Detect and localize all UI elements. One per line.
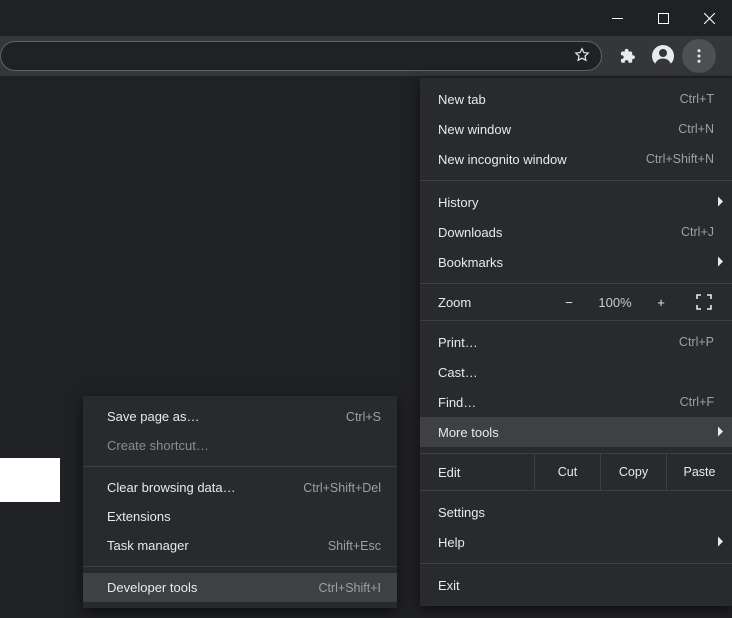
menu-item-shortcut: Ctrl+S (346, 410, 381, 424)
menu-item-label: New tab (438, 92, 680, 107)
menu-exit[interactable]: Exit (420, 570, 732, 600)
menu-help[interactable]: Help (420, 527, 732, 557)
toolbar (0, 36, 732, 76)
window-maximize-button[interactable] (640, 3, 686, 33)
menu-item-label: Extensions (107, 509, 381, 524)
edit-paste-button[interactable]: Paste (666, 454, 732, 490)
zoom-out-button[interactable]: − (546, 288, 592, 316)
submenu-arrow-icon (716, 535, 724, 550)
menu-new-tab[interactable]: New tab Ctrl+T (420, 84, 732, 114)
menu-item-label: Developer tools (107, 580, 318, 595)
chrome-menu-button[interactable] (682, 39, 716, 73)
submenu-save-page[interactable]: Save page as… Ctrl+S (83, 402, 397, 431)
menu-item-label: Create shortcut… (107, 438, 381, 453)
submenu-arrow-icon (716, 195, 724, 210)
window-titlebar (0, 0, 732, 36)
menu-more-tools[interactable]: More tools (420, 417, 732, 447)
menu-history[interactable]: History (420, 187, 732, 217)
menu-item-label: Edit (438, 465, 534, 480)
extensions-button[interactable] (610, 39, 644, 73)
menu-item-label: Cast… (438, 365, 714, 380)
menu-item-label: Clear browsing data… (107, 480, 303, 495)
minimize-icon (612, 13, 623, 24)
page-element (0, 458, 60, 502)
edit-cut-button[interactable]: Cut (534, 454, 600, 490)
menu-bookmarks[interactable]: Bookmarks (420, 247, 732, 277)
menu-item-label: Save page as… (107, 409, 346, 424)
submenu-arrow-icon (716, 255, 724, 270)
menu-item-shortcut: Ctrl+T (680, 92, 714, 106)
chrome-main-menu: New tab Ctrl+T New window Ctrl+N New inc… (420, 78, 732, 606)
menu-downloads[interactable]: Downloads Ctrl+J (420, 217, 732, 247)
window-minimize-button[interactable] (594, 3, 640, 33)
menu-new-incognito[interactable]: New incognito window Ctrl+Shift+N (420, 144, 732, 174)
submenu-create-shortcut: Create shortcut… (83, 431, 397, 460)
menu-item-label: Downloads (438, 225, 681, 240)
menu-item-label: Find… (438, 395, 680, 410)
close-icon (704, 13, 715, 24)
menu-item-label: Settings (438, 505, 714, 520)
menu-item-label: New incognito window (438, 152, 646, 167)
menu-item-shortcut: Ctrl+P (679, 335, 714, 349)
submenu-developer-tools[interactable]: Developer tools Ctrl+Shift+I (83, 573, 397, 602)
menu-cast[interactable]: Cast… (420, 357, 732, 387)
menu-item-label: New window (438, 122, 678, 137)
zoom-value: 100% (592, 288, 638, 316)
fullscreen-icon (696, 294, 712, 310)
menu-print[interactable]: Print… Ctrl+P (420, 327, 732, 357)
puzzle-icon (618, 47, 636, 65)
submenu-arrow-icon (716, 425, 724, 440)
submenu-task-manager[interactable]: Task manager Shift+Esc (83, 531, 397, 560)
menu-item-label: Help (438, 535, 714, 550)
menu-new-window[interactable]: New window Ctrl+N (420, 114, 732, 144)
menu-item-label: History (438, 195, 714, 210)
menu-item-label: Exit (438, 578, 714, 593)
menu-find[interactable]: Find… Ctrl+F (420, 387, 732, 417)
profile-icon (651, 44, 675, 68)
submenu-extensions[interactable]: Extensions (83, 502, 397, 531)
menu-item-shortcut: Ctrl+Shift+N (646, 152, 714, 166)
menu-item-shortcut: Shift+Esc (328, 539, 381, 553)
menu-item-label: Bookmarks (438, 255, 714, 270)
more-vert-icon (690, 47, 708, 65)
menu-item-shortcut: Ctrl+F (680, 395, 714, 409)
fullscreen-button[interactable] (684, 288, 724, 316)
menu-item-label: More tools (438, 425, 714, 440)
zoom-in-button[interactable]: + (638, 288, 684, 316)
menu-edit-row: Edit Cut Copy Paste (420, 454, 732, 490)
menu-item-shortcut: Ctrl+Shift+Del (303, 481, 381, 495)
submenu-clear-browsing-data[interactable]: Clear browsing data… Ctrl+Shift+Del (83, 473, 397, 502)
menu-item-label: Print… (438, 335, 679, 350)
edit-copy-button[interactable]: Copy (600, 454, 666, 490)
menu-item-shortcut: Ctrl+Shift+I (318, 581, 381, 595)
address-bar[interactable] (0, 41, 602, 71)
menu-item-label: Task manager (107, 538, 328, 553)
maximize-icon (658, 13, 669, 24)
menu-item-label: Zoom (438, 295, 546, 310)
menu-zoom-row: Zoom − 100% + (420, 284, 732, 320)
menu-settings[interactable]: Settings (420, 497, 732, 527)
window-close-button[interactable] (686, 3, 732, 33)
more-tools-submenu: Save page as… Ctrl+S Create shortcut… Cl… (83, 396, 397, 608)
bookmark-star-icon[interactable] (573, 46, 591, 67)
menu-item-shortcut: Ctrl+N (678, 122, 714, 136)
profile-button[interactable] (646, 39, 680, 73)
menu-item-shortcut: Ctrl+J (681, 225, 714, 239)
